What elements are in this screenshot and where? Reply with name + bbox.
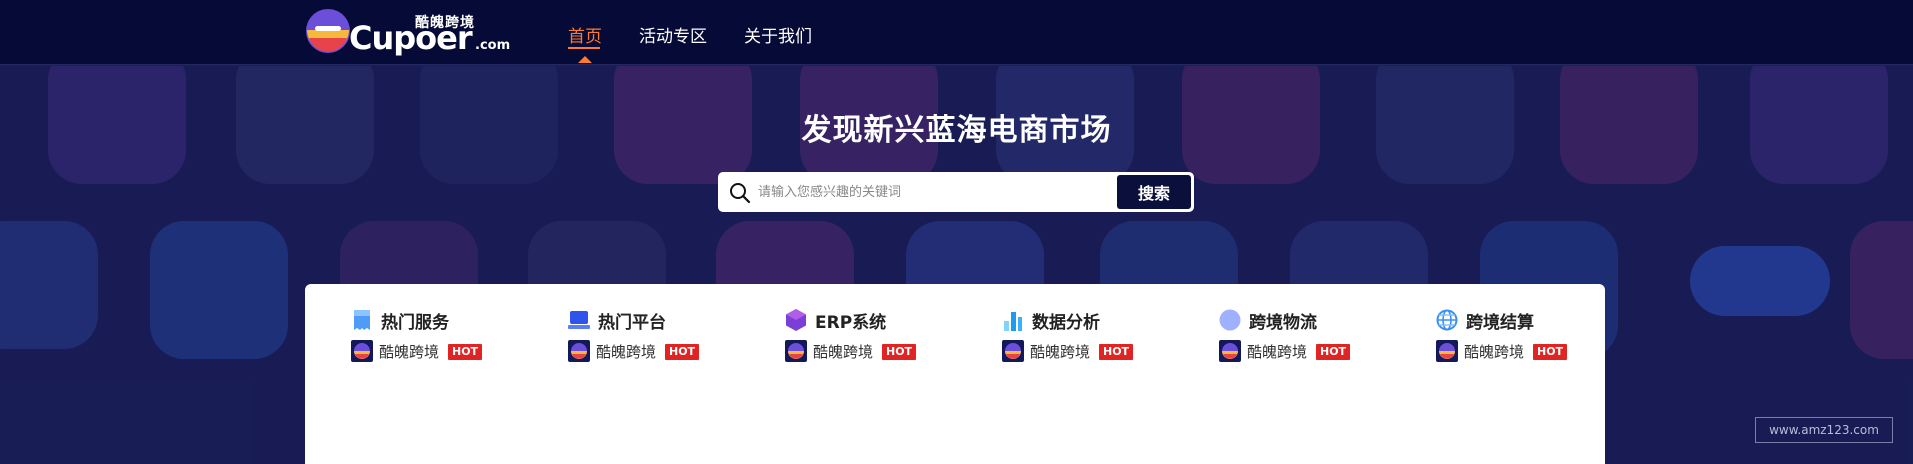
- hot-badge: HOT: [882, 344, 917, 360]
- cupoer-mini-logo-icon: [351, 340, 373, 362]
- category-header[interactable]: 热门平台: [568, 306, 768, 334]
- logo-domain-suffix: .com: [475, 38, 511, 53]
- category-data-analysis: 数据分析 酷魄跨境 HOT: [1002, 306, 1202, 364]
- category-header[interactable]: 热门服务: [351, 306, 551, 334]
- category-logistics: 跨境物流 酷魄跨境 HOT: [1219, 306, 1419, 364]
- category-item-label: 酷魄跨境: [1247, 343, 1308, 361]
- hot-badge: HOT: [1316, 344, 1351, 360]
- category-hot-services: 热门服务 酷魄跨境 HOT: [351, 306, 551, 364]
- bar-chart-icon: [1004, 312, 1022, 331]
- active-caret-icon: [578, 56, 592, 63]
- category-settlement: 跨境结算 酷魄跨境 HOT: [1436, 306, 1636, 364]
- category-hot-platforms: 热门平台 酷魄跨境 HOT: [568, 306, 768, 364]
- category-title: ERP系统: [815, 313, 887, 333]
- nav-item-home-label: 首页: [568, 27, 602, 47]
- globe-icon: [1436, 309, 1458, 331]
- category-card: 热门服务 酷魄跨境 HOT 热门平台 酷魄跨境 HOT ERP系统 酷魄跨境 H…: [305, 284, 1605, 464]
- nav-item-activities-label: 活动专区: [639, 27, 707, 47]
- cupoer-mini-logo-icon: [568, 340, 590, 362]
- laptop-icon: [568, 311, 590, 329]
- search-button[interactable]: 搜索: [1117, 175, 1191, 209]
- cupoer-mini-logo-icon: [1436, 340, 1458, 362]
- hero-title: 发现新兴蓝海电商市场: [801, 113, 1112, 148]
- watermark: www.amz123.com: [1755, 417, 1893, 443]
- logo-mark-icon: [306, 9, 350, 53]
- circle-icon: [1219, 309, 1241, 331]
- cupoer-mini-logo-icon: [1002, 340, 1024, 362]
- category-item-label: 酷魄跨境: [1030, 343, 1091, 361]
- search-input[interactable]: [758, 178, 1078, 206]
- nav-item-about-label: 关于我们: [744, 27, 812, 47]
- category-item-label: 酷魄跨境: [596, 343, 657, 361]
- category-item-link[interactable]: 酷魄跨境 HOT: [1219, 340, 1419, 364]
- hot-badge: HOT: [1533, 344, 1568, 360]
- category-title: 热门服务: [381, 313, 449, 333]
- hot-badge: HOT: [448, 344, 483, 360]
- nav-item-home[interactable]: 首页: [568, 22, 602, 63]
- category-item-link[interactable]: 酷魄跨境 HOT: [568, 340, 768, 364]
- category-header[interactable]: 数据分析: [1002, 306, 1202, 334]
- category-title: 跨境结算: [1466, 313, 1534, 333]
- category-header[interactable]: 跨境物流: [1219, 306, 1419, 334]
- category-item-label: 酷魄跨境: [379, 343, 440, 361]
- category-title: 热门平台: [598, 313, 666, 333]
- nav-item-about[interactable]: 关于我们: [744, 22, 812, 47]
- category-item-label: 酷魄跨境: [813, 343, 874, 361]
- category-item-link[interactable]: 酷魄跨境 HOT: [351, 340, 551, 364]
- category-title: 跨境物流: [1249, 313, 1317, 333]
- nav-item-activities[interactable]: 活动专区: [639, 22, 707, 47]
- cupoer-mini-logo-icon: [1219, 340, 1241, 362]
- category-item-link[interactable]: 酷魄跨境 HOT: [785, 340, 985, 364]
- category-title: 数据分析: [1032, 313, 1100, 333]
- hot-badge: HOT: [1099, 344, 1134, 360]
- category-item-link[interactable]: 酷魄跨境 HOT: [1002, 340, 1202, 364]
- top-navigation-bar: Cupoer .com 酷魄跨境 首页 活动专区 关于我们: [0, 0, 1913, 65]
- cupoer-mini-logo-icon: [785, 340, 807, 362]
- search-icon: [730, 183, 751, 204]
- category-header[interactable]: 跨境结算: [1436, 306, 1636, 334]
- category-header[interactable]: ERP系统: [785, 306, 985, 334]
- logo-chinese-name: 酷魄跨境: [415, 15, 475, 31]
- category-erp: ERP系统 酷魄跨境 HOT: [785, 306, 985, 364]
- category-item-label: 酷魄跨境: [1464, 343, 1525, 361]
- category-item-link[interactable]: 酷魄跨境 HOT: [1436, 340, 1636, 364]
- receipt-icon: [354, 310, 370, 330]
- hot-badge: HOT: [665, 344, 700, 360]
- active-underline: [568, 47, 600, 49]
- search-box: 搜索: [718, 172, 1194, 212]
- cube-icon: [786, 309, 806, 331]
- site-logo[interactable]: Cupoer .com 酷魄跨境: [305, 8, 510, 56]
